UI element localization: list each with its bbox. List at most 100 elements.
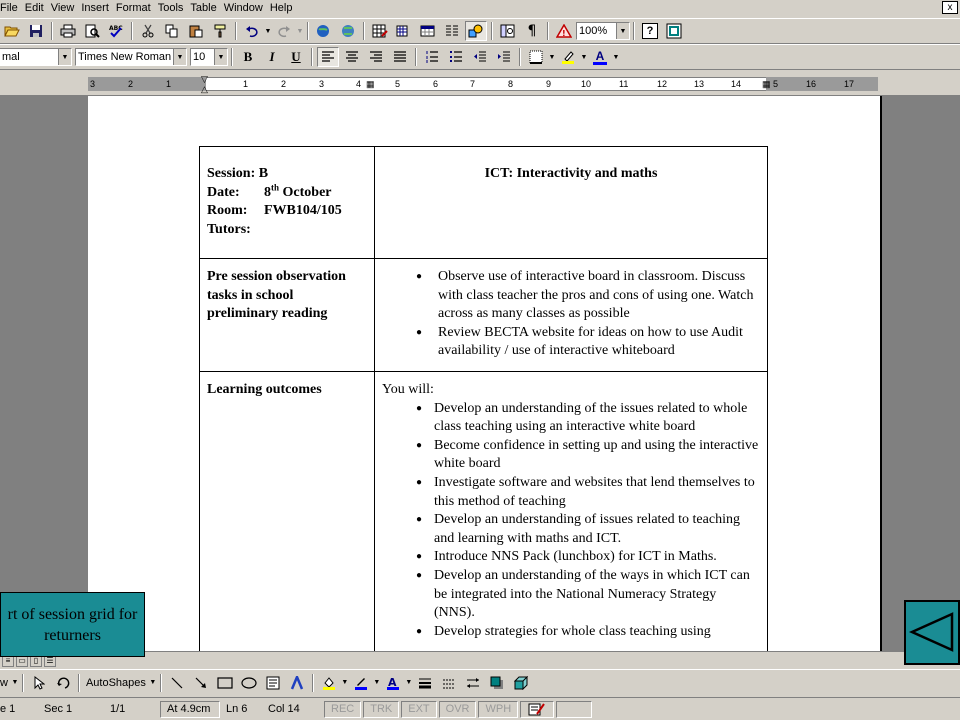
highlight-dropdown-icon[interactable]: ▼	[580, 54, 588, 61]
column-marker-icon[interactable]: ▦	[366, 79, 375, 89]
show-formatting-icon[interactable]: ¶	[521, 21, 543, 41]
session-details-cell[interactable]: Session: B Date: 8th October Room: FWB104/…	[199, 146, 375, 259]
status-trk[interactable]: TRK	[363, 700, 400, 718]
font-size-select[interactable]: 10 ▼	[190, 48, 228, 66]
horizontal-ruler[interactable]: 3 2 1 1 1 2 3 4 5 6 7 8 9 10 11 12 13 14…	[0, 72, 960, 96]
line-tool-icon[interactable]	[166, 673, 188, 693]
draw-dropdown-icon[interactable]: ▼	[11, 679, 19, 686]
menu-format[interactable]: Format	[114, 1, 156, 15]
line-style-icon[interactable]	[414, 673, 436, 693]
arrow-style-icon[interactable]	[462, 673, 484, 693]
spelling-icon[interactable]: ABC	[105, 21, 127, 41]
cut-icon[interactable]	[137, 21, 159, 41]
tables-and-borders-icon[interactable]	[369, 21, 391, 41]
draw-font-color-dropdown-icon[interactable]: ▼	[405, 679, 413, 686]
menu-view[interactable]: View	[49, 1, 80, 15]
open-icon[interactable]	[1, 21, 23, 41]
help-icon[interactable]: ?	[639, 21, 661, 41]
menu-table[interactable]: Table	[188, 1, 221, 15]
shadow-icon[interactable]	[486, 673, 508, 693]
back-navigation-button[interactable]	[904, 600, 960, 665]
menu-tools[interactable]: Tools	[156, 1, 189, 15]
column-marker-icon[interactable]: ▦	[762, 79, 771, 89]
select-objects-icon[interactable]	[28, 673, 50, 693]
first-line-indent-icon[interactable]: ▽	[201, 74, 208, 84]
font-size-dropdown-icon[interactable]: ▼	[214, 49, 227, 65]
style-select[interactable]: mal ▼	[0, 48, 72, 66]
autoshapes-dropdown-icon[interactable]: ▼	[149, 679, 157, 686]
underline-button[interactable]: U	[285, 47, 307, 67]
redo-icon[interactable]	[273, 21, 295, 41]
learning-outcomes-content-cell[interactable]: You will: Develop an understanding of th…	[374, 371, 768, 651]
drawing-toggle-icon[interactable]	[465, 21, 487, 41]
increase-indent-icon[interactable]	[493, 47, 515, 67]
font-dropdown-icon[interactable]: ▼	[173, 49, 186, 65]
justify-icon[interactable]	[389, 47, 411, 67]
bold-button[interactable]: B	[237, 47, 259, 67]
menu-help[interactable]: Help	[268, 1, 298, 15]
paste-icon[interactable]	[185, 21, 207, 41]
status-rec[interactable]: REC	[324, 700, 362, 718]
menu-insert[interactable]: Insert	[79, 1, 114, 15]
free-rotate-icon[interactable]	[52, 673, 74, 693]
decrease-indent-icon[interactable]	[469, 47, 491, 67]
align-center-icon[interactable]	[341, 47, 363, 67]
font-select[interactable]: Times New Roman ▼	[75, 48, 187, 66]
virus-scan-icon[interactable]: !	[553, 21, 575, 41]
borders-dropdown-icon[interactable]: ▼	[548, 54, 556, 61]
learning-outcomes-label-cell[interactable]: Learning outcomes	[199, 371, 375, 651]
print-icon[interactable]	[57, 21, 79, 41]
borders-icon[interactable]	[525, 47, 547, 67]
autoshapes-menu-button[interactable]: AutoShapes	[83, 677, 149, 689]
redo-dropdown-icon[interactable]: ▼	[296, 28, 304, 35]
highlight-icon[interactable]	[557, 47, 579, 67]
align-right-icon[interactable]	[365, 47, 387, 67]
columns-icon[interactable]	[441, 21, 463, 41]
print-preview-icon[interactable]	[81, 21, 103, 41]
insert-excel-icon[interactable]	[417, 21, 439, 41]
status-ext[interactable]: EXT	[401, 700, 437, 718]
undo-icon[interactable]	[241, 21, 263, 41]
draw-font-color-icon[interactable]: A	[382, 673, 404, 693]
pre-session-label-cell[interactable]: Pre session observation tasks in school …	[199, 258, 375, 372]
bullets-icon[interactable]	[445, 47, 467, 67]
menu-file[interactable]: File	[0, 1, 23, 15]
italic-button[interactable]: I	[261, 47, 283, 67]
format-painter-icon[interactable]	[209, 21, 231, 41]
session-title-cell[interactable]: ICT: Interactivity and maths	[374, 146, 768, 259]
numbering-icon[interactable]	[421, 47, 443, 67]
font-color-icon[interactable]: A	[589, 47, 611, 67]
rectangle-tool-icon[interactable]	[214, 673, 236, 693]
fill-color-icon[interactable]	[318, 673, 340, 693]
fill-color-dropdown-icon[interactable]: ▼	[341, 679, 349, 686]
spelling-status-icon[interactable]	[520, 700, 555, 718]
arrow-tool-icon[interactable]	[190, 673, 212, 693]
web-toolbar-icon[interactable]	[337, 21, 359, 41]
zoom-select[interactable]: 100% ▼	[576, 22, 630, 40]
draw-menu-button[interactable]: w	[0, 677, 11, 689]
oval-tool-icon[interactable]	[238, 673, 260, 693]
status-ovr[interactable]: OVR	[438, 700, 477, 718]
dash-style-icon[interactable]	[438, 673, 460, 693]
pre-session-content-cell[interactable]: Observe use of interactive board in clas…	[374, 258, 768, 372]
undo-dropdown-icon[interactable]: ▼	[264, 28, 272, 35]
copy-icon[interactable]	[161, 21, 183, 41]
office-assistant-icon[interactable]	[663, 21, 685, 41]
document-map-icon[interactable]	[497, 21, 519, 41]
insert-hyperlink-icon[interactable]	[313, 21, 335, 41]
font-color-dropdown-icon[interactable]: ▼	[612, 54, 620, 61]
3d-icon[interactable]	[510, 673, 532, 693]
style-dropdown-icon[interactable]: ▼	[58, 49, 71, 65]
menu-window[interactable]: Window	[222, 1, 268, 15]
text-box-icon[interactable]	[262, 673, 284, 693]
status-wph[interactable]: WPH	[478, 700, 519, 718]
session-grid-callout[interactable]: rt of session grid for returners	[0, 592, 145, 657]
insert-table-icon[interactable]	[393, 21, 415, 41]
align-left-icon[interactable]	[317, 47, 339, 67]
close-document-button[interactable]: x	[942, 1, 958, 14]
save-icon[interactable]	[25, 21, 47, 41]
zoom-dropdown-icon[interactable]: ▼	[616, 23, 629, 39]
hanging-indent-icon[interactable]: △	[201, 84, 208, 94]
wordart-icon[interactable]	[286, 673, 308, 693]
document-page[interactable]: Session: B Date: 8th October Room: FWB104/…	[88, 96, 882, 651]
